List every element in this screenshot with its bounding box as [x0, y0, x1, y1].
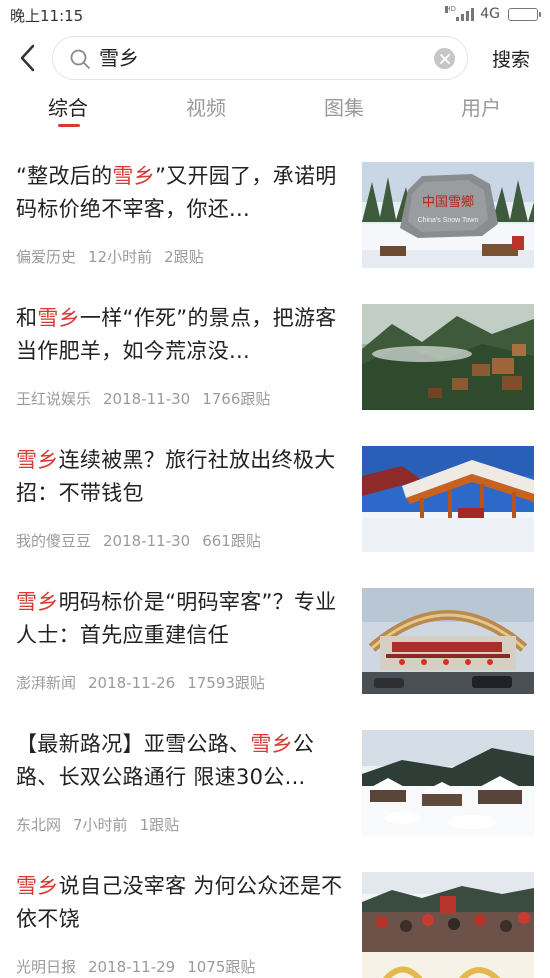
news-thumbnail: 中国雪鄉 China's Snow Town: [362, 162, 534, 268]
news-time: 2018-11-30: [103, 390, 191, 408]
news-time: 2018-11-26: [88, 674, 176, 692]
tab-gallery[interactable]: 图集: [284, 92, 404, 121]
chevron-left-icon: [20, 44, 35, 72]
news-source: 光明日报: [16, 958, 77, 976]
title-highlight: 雪乡: [112, 164, 155, 188]
search-button[interactable]: 搜索: [492, 45, 530, 72]
hd-label: HD: [445, 5, 456, 13]
signal-icon: HD: [445, 5, 475, 21]
news-item[interactable]: 和雪乡一样“作死”的景点，把游客当作肥羊，如今荒凉没... 王红说娱乐 2018-…: [0, 292, 550, 434]
active-tab-indicator: [58, 124, 80, 127]
news-title: 雪乡说自己没宰客 为何公众还是不依不饶: [16, 870, 346, 936]
news-time: 2018-11-29: [88, 958, 176, 976]
news-comments: 2跟贴: [164, 248, 204, 266]
search-box[interactable]: [52, 36, 468, 80]
tab-bar: 综合 视频 图集 用户: [0, 86, 550, 132]
news-thumbnail: [362, 588, 534, 694]
title-text: 明码标价是“明码宰客”？专业人士：首先应重建信任: [16, 590, 337, 647]
news-thumbnail: [362, 872, 534, 978]
news-comments: 1766跟贴: [202, 390, 271, 408]
news-meta: 偏爱历史 12小时前 2跟贴: [16, 246, 216, 267]
status-bar: 晚上11:15 HD 4G: [0, 0, 550, 30]
news-source: 东北网: [16, 816, 62, 834]
back-button[interactable]: [12, 40, 42, 76]
news-title: 雪乡连续被黑？旅行社放出终极大招：不带钱包: [16, 444, 346, 510]
news-time: 7小时前: [73, 816, 128, 834]
tab-video[interactable]: 视频: [146, 92, 266, 121]
battery-icon: [508, 7, 541, 21]
network-label: 4G: [480, 6, 500, 22]
news-comments: 17593跟贴: [187, 674, 265, 692]
title-text: 说自己没宰客 为何公众还是不依不饶: [16, 874, 343, 931]
news-title: 雪乡明码标价是“明码宰客”？专业人士：首先应重建信任: [16, 586, 346, 652]
news-title: 和雪乡一样“作死”的景点，把游客当作肥羊，如今荒凉没...: [16, 302, 346, 368]
news-source: 澎湃新闻: [16, 674, 77, 692]
title-text: “整改后的: [16, 164, 113, 188]
news-thumbnail: [362, 304, 534, 410]
title-text: 【最新路况】亚雪公路、: [16, 732, 251, 756]
news-title: “整改后的雪乡”又开园了，承诺明码标价绝不宰客，你还...: [16, 160, 346, 226]
sign-subtext: China's Snow Town: [418, 217, 479, 224]
news-source: 王红说娱乐: [16, 390, 92, 408]
title-text: 和: [16, 306, 38, 330]
news-source: 我的傻豆豆: [16, 532, 92, 550]
news-item[interactable]: 雪乡连续被黑？旅行社放出终极大招：不带钱包 我的傻豆豆 2018-11-30 661…: [0, 434, 550, 576]
title-highlight: 雪乡: [16, 448, 59, 472]
news-meta: 我的傻豆豆 2018-11-30 661跟贴: [16, 530, 273, 551]
news-item[interactable]: 雪乡说自己没宰客 为何公众还是不依不饶 光明日报 2018-11-29 1075跟贴: [0, 860, 550, 978]
tab-general[interactable]: 综合: [8, 92, 128, 121]
news-meta: 王红说娱乐 2018-11-30 1766跟贴: [16, 388, 282, 409]
tab-users[interactable]: 用户: [421, 92, 541, 121]
news-source: 偏爱历史: [16, 248, 77, 266]
news-comments: 1跟贴: [139, 816, 180, 834]
close-icon: [439, 53, 450, 64]
news-thumbnail: [362, 446, 534, 552]
clear-search-button[interactable]: [434, 48, 455, 69]
sign-text: 中国雪鄉: [422, 194, 474, 210]
status-time: 晚上11:15: [10, 7, 84, 25]
news-item[interactable]: “整改后的雪乡”又开园了，承诺明码标价绝不宰客，你还... 偏爱历史 12小时前 2…: [0, 150, 550, 292]
status-indicators: HD 4G: [445, 5, 541, 22]
news-meta: 东北网 7小时前 1跟贴: [16, 814, 191, 835]
title-highlight: 雪乡: [16, 874, 59, 898]
news-item[interactable]: 【最新路况】亚雪公路、雪乡公路、长双公路通行 限速30公... 东北网 7小时前 1…: [0, 718, 550, 860]
news-time: 12小时前: [88, 248, 153, 266]
news-comments: 661跟贴: [202, 532, 261, 550]
news-meta: 光明日报 2018-11-29 1075跟贴: [16, 956, 267, 977]
search-bar: 搜索: [0, 32, 550, 84]
title-highlight: 雪乡: [37, 306, 80, 330]
news-comments: 1075跟贴: [187, 958, 256, 976]
title-highlight: 雪乡: [16, 590, 59, 614]
news-meta: 澎湃新闻 2018-11-26 17593跟贴: [16, 672, 277, 693]
news-thumbnail: [362, 730, 534, 836]
title-text: 连续被黑？旅行社放出终极大招：不带钱包: [16, 448, 336, 505]
news-item[interactable]: 雪乡明码标价是“明码宰客”？专业人士：首先应重建信任 澎湃新闻 2018-11-2…: [0, 576, 550, 718]
search-input[interactable]: [99, 37, 419, 79]
news-title: 【最新路况】亚雪公路、雪乡公路、长双公路通行 限速30公...: [16, 728, 346, 794]
search-icon: [70, 49, 90, 69]
title-highlight: 雪乡: [250, 732, 293, 756]
news-time: 2018-11-30: [103, 532, 191, 550]
